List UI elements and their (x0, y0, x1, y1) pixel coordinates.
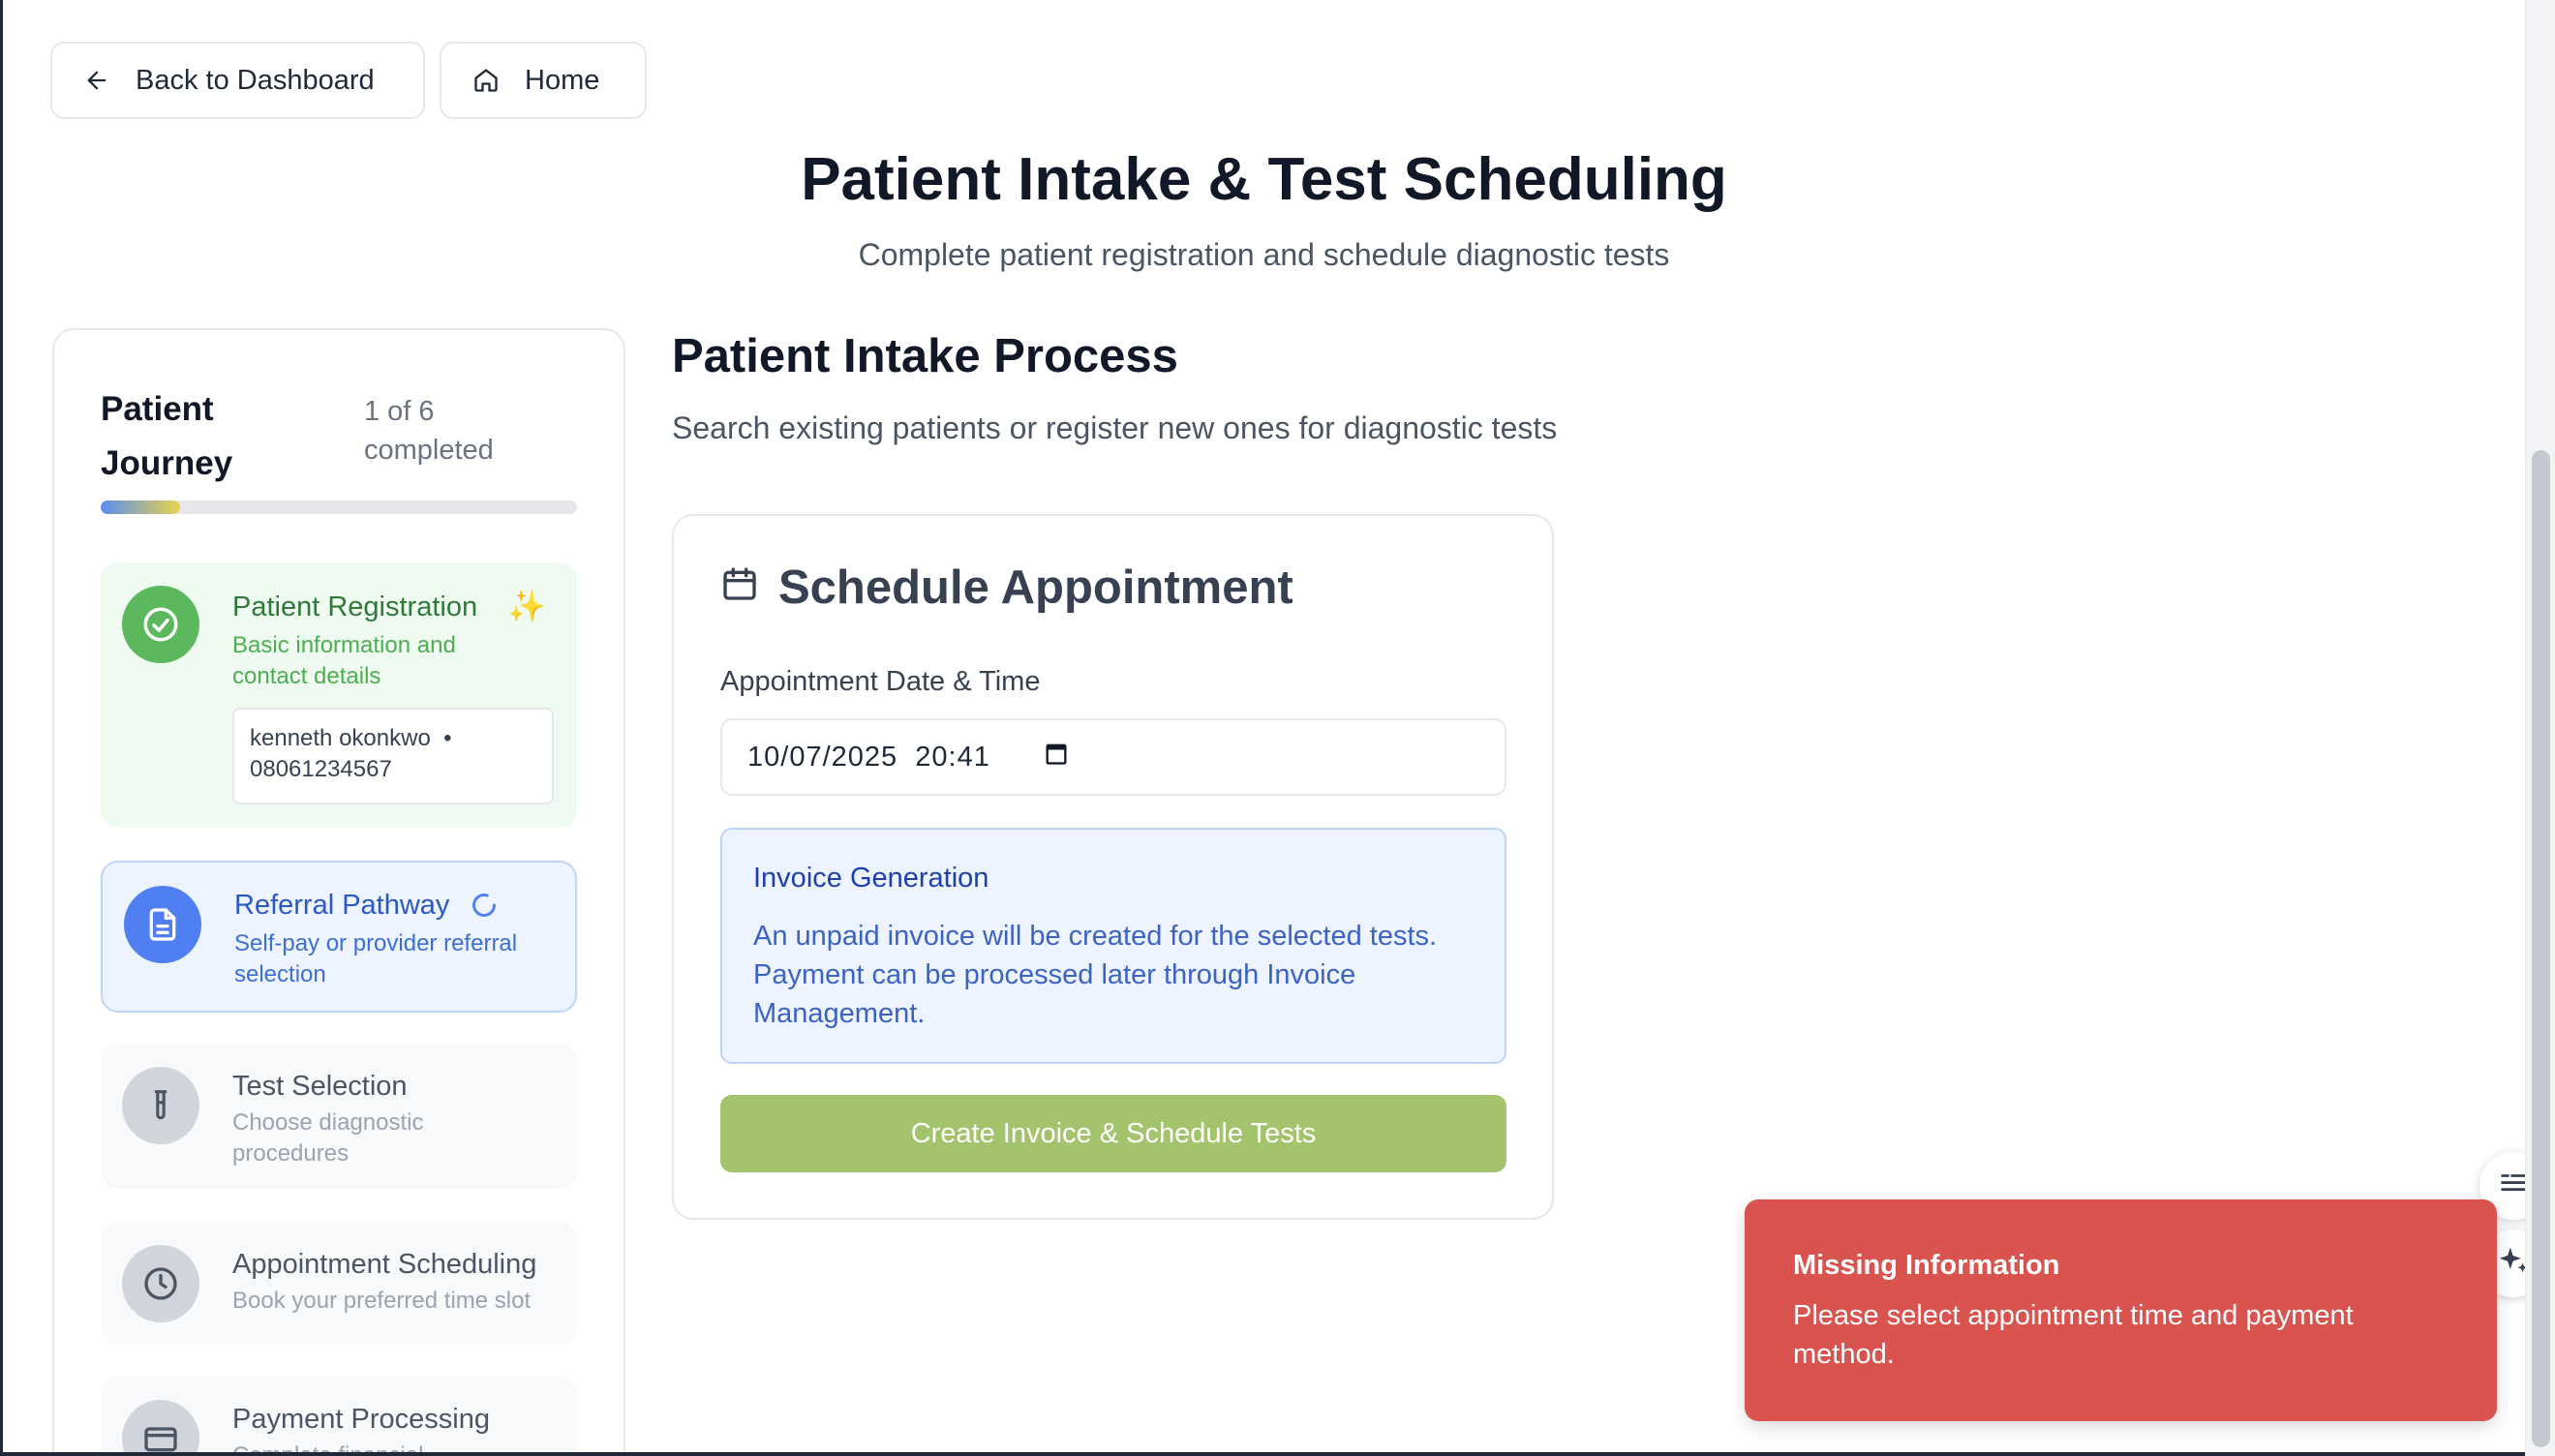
card-header: Schedule Appointment (720, 561, 1293, 615)
notice-text: An unpaid invoice will be created for th… (753, 921, 1438, 1029)
step-description: Book your preferred time slot (232, 1288, 532, 1314)
step-patient-registration[interactable]: Patient Registration ✨ Basic information… (101, 562, 577, 828)
test-tube-icon (122, 1067, 199, 1144)
step-test-selection[interactable]: Test Selection Choose diagnostic procedu… (101, 1044, 577, 1189)
journey-progress-bar (101, 500, 577, 514)
card-title: Schedule Appointment (778, 561, 1293, 614)
calendar-icon (720, 561, 759, 615)
create-invoice-schedule-button[interactable]: Create Invoice & Schedule Tests (720, 1095, 1506, 1172)
page-subtitle: Complete patient registration and schedu… (858, 237, 1670, 272)
time-value: 20:41 (915, 741, 990, 773)
step-title: Test Selection (232, 1071, 408, 1102)
home-button[interactable]: Home (440, 42, 647, 119)
scrollbar-thumb[interactable] (2532, 450, 2550, 1447)
date-value: 10/07/2025 (747, 741, 898, 773)
arrow-left-icon (83, 67, 110, 94)
step-appointment-scheduling[interactable]: Appointment Scheduling Book your preferr… (101, 1222, 577, 1345)
toast-message: Please select appointment time and payme… (1793, 1300, 2354, 1370)
clock-icon (122, 1245, 199, 1322)
app-viewport: Back to Dashboard Home Patient Intake & … (3, 0, 2525, 1452)
patient-journey-title: Patient Journey (101, 390, 233, 482)
invoice-generation-notice: Invoice Generation An unpaid invoice wil… (720, 828, 1506, 1064)
appointment-datetime-input[interactable]: 10/07/2025 20:41 (720, 718, 1506, 796)
missing-information-toast: Missing Information Please select appoin… (1745, 1199, 2497, 1421)
journey-progress-count: 1 of 6 completed (364, 396, 494, 466)
step-payment-processing[interactable]: Payment Processing Complete financial (101, 1377, 577, 1452)
schedule-appointment-card: Schedule Appointment Appointment Date & … (672, 514, 1554, 1220)
appointment-datetime-label: Appointment Date & Time (720, 666, 1041, 697)
section-title: Patient Intake Process (672, 330, 1178, 382)
patient-phone: 08061234567 (250, 756, 392, 782)
step-description: Self-pay or provider referral selection (234, 930, 518, 987)
notice-title: Invoice Generation (753, 863, 989, 894)
journey-progress-fill (101, 500, 181, 514)
section-subtitle: Search existing patients or register new… (672, 410, 1558, 445)
step-title: Referral Pathway (234, 890, 450, 921)
patient-separator: • (443, 725, 452, 751)
patient-journey-panel: Patient Journey 1 of 6 completed Patient… (52, 328, 625, 1452)
page-scrollbar[interactable] (2525, 0, 2555, 1456)
credit-card-icon (122, 1400, 199, 1452)
home-label: Home (525, 64, 600, 96)
step-title: Payment Processing (232, 1404, 490, 1435)
datetime-value: 10/07/2025 20:41 (747, 742, 990, 774)
document-icon (124, 886, 201, 963)
back-to-dashboard-label: Back to Dashboard (136, 64, 375, 96)
step-title: Appointment Scheduling (232, 1249, 537, 1280)
back-to-dashboard-button[interactable]: Back to Dashboard (50, 42, 425, 119)
step-title: Patient Registration (232, 592, 478, 622)
calendar-picker-icon[interactable] (1043, 740, 1070, 774)
home-icon (472, 67, 500, 94)
step-description: Basic information and contact details (232, 632, 456, 689)
page-title: Patient Intake & Test Scheduling (801, 146, 1727, 213)
quote-list-icon (2497, 1168, 2525, 1205)
patient-summary: kenneth okonkwo • 08061234567 (232, 708, 554, 804)
check-circle-icon (122, 586, 199, 663)
step-description: Choose diagnostic procedures (232, 1109, 424, 1167)
loading-spinner-icon (471, 892, 498, 924)
patient-name: kenneth okonkwo (250, 725, 431, 751)
sparkle-icon: ✨ (507, 589, 546, 623)
sparkles-icon (2495, 1243, 2525, 1285)
toast-title: Missing Information (1793, 1250, 2060, 1281)
step-referral-pathway[interactable]: Referral Pathway Self-pay or provider re… (101, 861, 577, 1013)
step-description: Complete financial (232, 1441, 542, 1452)
